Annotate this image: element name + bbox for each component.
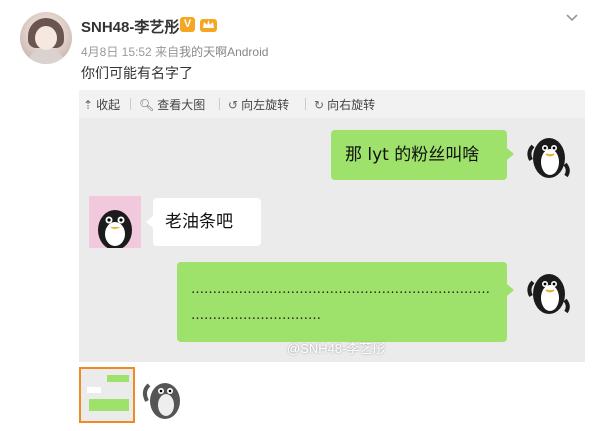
- chat-bubble-sent: 那 lyt 的粉丝叫啥: [331, 130, 514, 180]
- crown-badge-icon: [200, 19, 217, 32]
- thumbnail-chat-selected[interactable]: [79, 367, 135, 423]
- image-toolbar: ⇡ 收起 🔍︎ 查看大图 ↺ 向左旋转 ↻ 向右旋转: [79, 90, 585, 118]
- rotate-right-label: 向右旋转: [327, 98, 376, 112]
- weibo-watermark: @SNH48-李艺彤: [287, 341, 386, 356]
- penguin-sticker-icon: [527, 138, 570, 178]
- toolbar-divider: [305, 98, 306, 110]
- chat-screenshot-image[interactable]: 那 lyt 的粉丝叫啥 老油条吧 ………………………………………………………………: [79, 118, 585, 362]
- rotate-right-button[interactable]: ↻ 向右旋转: [314, 96, 375, 113]
- post-header: SNH48-李艺彤 V 4月8日 15:52 来自我的天啊Android 你们可…: [0, 0, 598, 90]
- post-source[interactable]: 我的天啊Android: [179, 45, 268, 59]
- penguin-avatar: [89, 196, 141, 248]
- chat-bubble-sent: …………………………………………………………… ………………………………: [177, 262, 514, 342]
- penguin-sticker-icon: [527, 274, 570, 314]
- toolbar-divider: [130, 98, 131, 110]
- rotate-left-label: 向左旋转: [241, 98, 290, 112]
- zoom-icon: 🔍︎: [139, 97, 155, 112]
- post-text: 你们可能有名字了: [81, 66, 193, 82]
- collapse-arrow-icon: ⇡: [83, 97, 94, 112]
- message-dots-line: ……………………………………………………………: [191, 282, 490, 297]
- rotate-left-button[interactable]: ↺ 向左旋转: [228, 96, 289, 113]
- chat-bubble-received: 老油条吧: [146, 198, 261, 246]
- view-large-button[interactable]: 🔍︎ 查看大图: [139, 96, 205, 113]
- media-expanded-view: ⇡ 收起 🔍︎ 查看大图 ↺ 向左旋转 ↻ 向右旋转 那 lyt 的粉丝叫啥 老…: [79, 90, 585, 362]
- collapse-button[interactable]: ⇡ 收起: [83, 96, 120, 113]
- user-avatar[interactable]: [20, 12, 72, 64]
- chevron-down-icon[interactable]: [562, 8, 582, 28]
- post-from-label: 来自: [155, 45, 180, 59]
- message-dots-line: ………………………………: [191, 308, 321, 323]
- rotate-left-icon: ↺: [228, 97, 239, 112]
- username[interactable]: SNH48-李艺彤: [81, 16, 179, 37]
- view-large-label: 查看大图: [157, 98, 206, 112]
- thumbnail-penguin[interactable]: [139, 371, 189, 423]
- post-meta: 4月8日 15:52 来自我的天啊Android: [81, 43, 268, 60]
- post-date[interactable]: 4月8日 15:52: [81, 45, 152, 59]
- rotate-right-icon: ↻: [314, 97, 325, 112]
- verified-badge-icon: V: [180, 17, 195, 32]
- toolbar-divider: [219, 98, 220, 110]
- collapse-label: 收起: [96, 98, 121, 112]
